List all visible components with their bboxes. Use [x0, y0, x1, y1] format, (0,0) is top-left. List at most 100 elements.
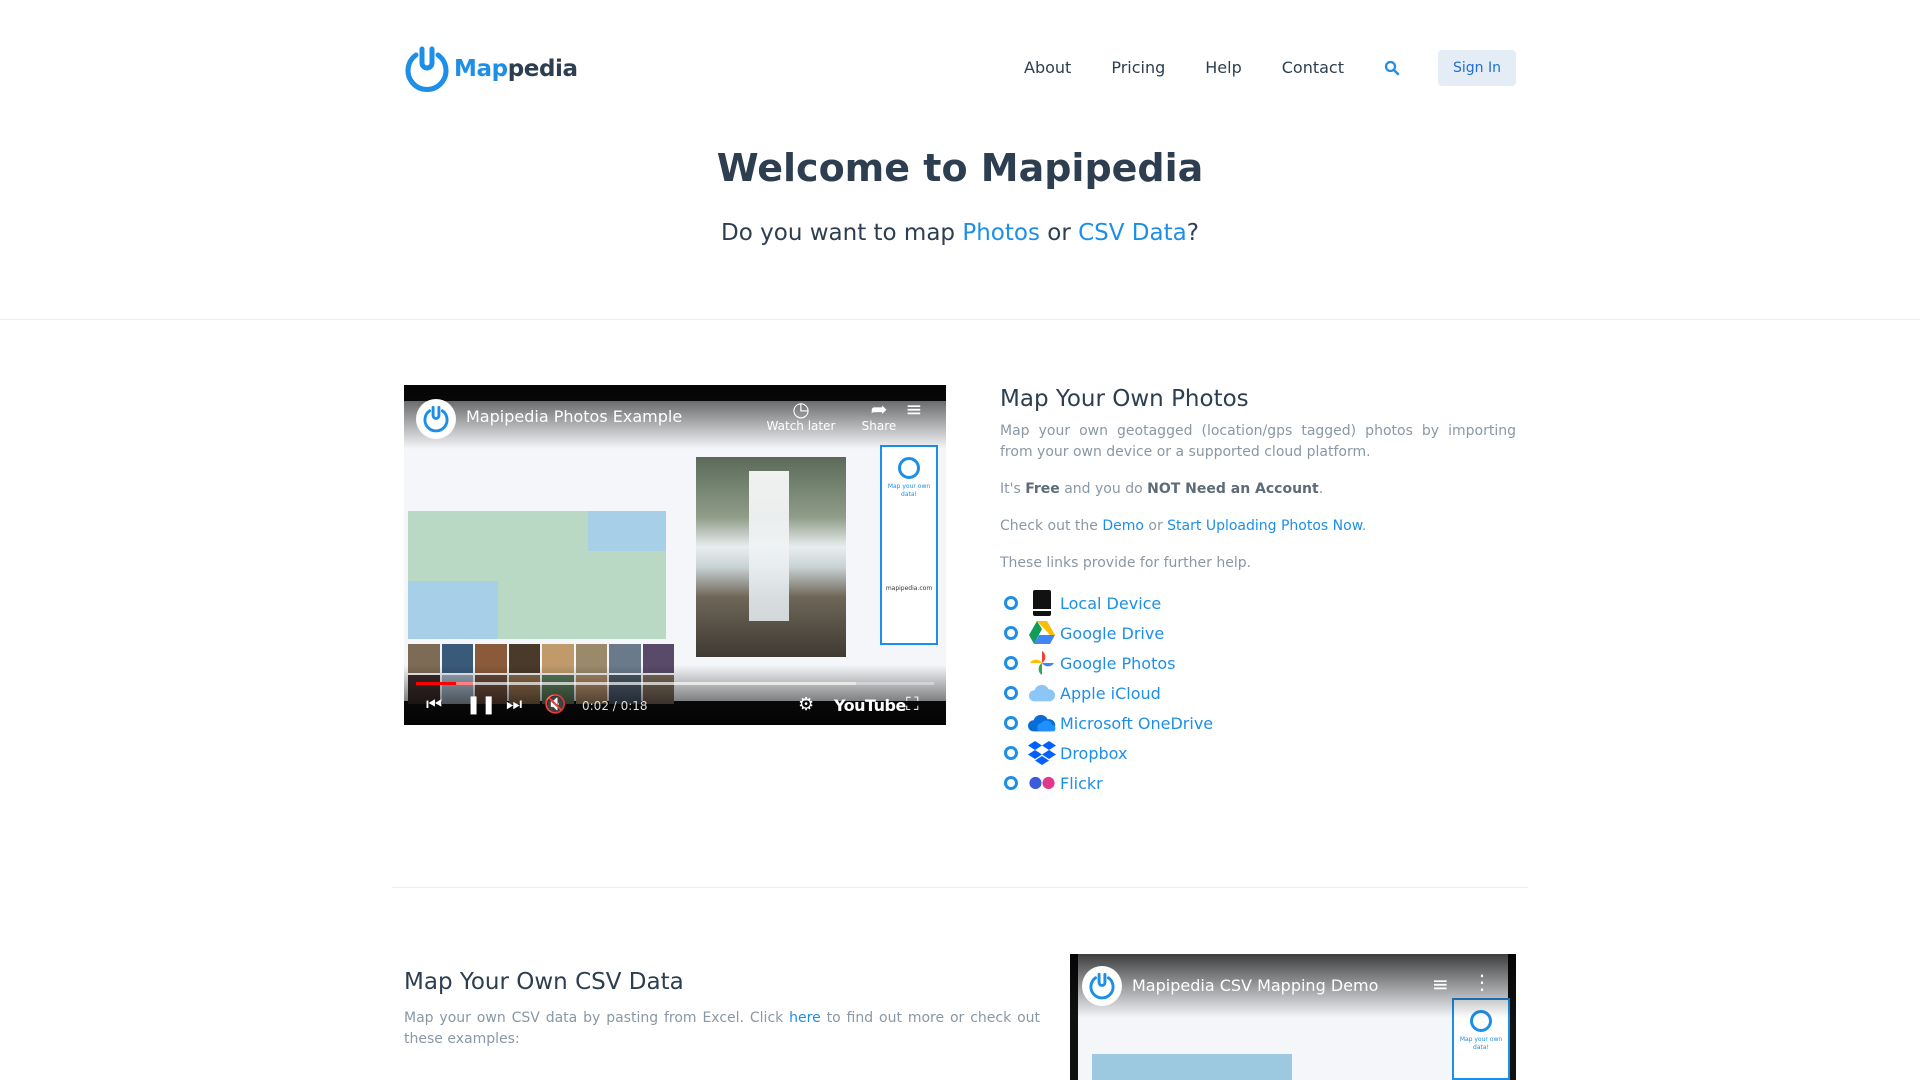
free-note-free: Free [1025, 481, 1060, 497]
flickr-icon [1028, 769, 1056, 797]
page-title: Welcome to Mapipedia [716, 146, 1204, 190]
video-promo-panel: Map your own data! mapipedia.com [880, 445, 938, 645]
list-item[interactable]: Flickr [1000, 768, 1516, 798]
list-item[interactable]: Local Device [1000, 588, 1516, 618]
youtube-logo[interactable]: YouTube [834, 696, 906, 715]
photos-free-note: It's Free and you do NOT Need an Account… [1000, 479, 1516, 500]
list-item[interactable]: Apple iCloud [1000, 678, 1516, 708]
start-uploading-link[interactable]: Start Uploading Photos Now [1167, 518, 1362, 534]
main-nav: About Pricing Help Contact Sign In [1024, 50, 1516, 86]
dropbox-link[interactable]: Dropbox [1060, 744, 1127, 763]
mute-icon[interactable]: 🔇 [544, 695, 566, 715]
video-time: 0:02 / 0:18 [582, 699, 648, 713]
onedrive-link[interactable]: Microsoft OneDrive [1060, 714, 1213, 733]
nav-about[interactable]: About [1024, 56, 1071, 80]
pause-icon[interactable]: ❚❚ [466, 695, 496, 715]
logo[interactable]: Mappedia [404, 44, 578, 94]
hero-subtitle-suffix: ? [1186, 220, 1199, 246]
next-icon[interactable]: ⏭ [506, 695, 522, 715]
demo-link[interactable]: Demo [1102, 518, 1144, 534]
free-note-suffix: . [1318, 481, 1324, 497]
video-progress-buffered [456, 682, 856, 685]
photos-heading: Map Your Own Photos [1000, 386, 1249, 412]
watch-later-label: Watch later [766, 419, 836, 433]
free-note-no-account: NOT Need an Account [1147, 481, 1319, 497]
csv-video-player[interactable]: Map your own data! Mapipedia CSV Mapping… [1070, 954, 1516, 1080]
service-list: Local Device Google Drive Google Photos … [1000, 588, 1516, 798]
mapipedia-logo-icon [405, 46, 449, 92]
csv-heading: Map Your Own CSV Data [404, 969, 684, 995]
csv-intro-prefix: Map your own CSV data by pasting from Ex… [404, 1010, 790, 1026]
list-item[interactable]: Dropbox [1000, 738, 1516, 768]
onedrive-icon [1028, 709, 1056, 737]
channel-avatar[interactable] [416, 399, 456, 439]
hero-subtitle-prefix: Do you want to map [721, 220, 963, 246]
cta-suffix: . [1361, 518, 1367, 534]
channel-avatar[interactable] [1082, 966, 1122, 1006]
logo-text-pedia: pedia [507, 56, 578, 82]
logo-text-map: Map [454, 56, 508, 82]
photos-help-note: These links provide for further help. [1000, 555, 1252, 571]
promo-text: Map your own data! [1459, 1036, 1503, 1051]
google-drive-link[interactable]: Google Drive [1060, 624, 1164, 643]
bullet-icon [1004, 686, 1018, 700]
cta-mid: or [1143, 518, 1168, 534]
video-progress-bar[interactable] [416, 682, 934, 685]
hero-subtitle: Do you want to map Photos or CSV Data? [0, 220, 1920, 246]
google-drive-icon [1028, 619, 1056, 647]
free-note-prefix: It's [1000, 481, 1026, 497]
bullet-icon [1004, 716, 1018, 730]
cta-prefix: Check out the [1000, 518, 1103, 534]
csv-here-link[interactable]: here [789, 1010, 821, 1026]
bullet-icon [1004, 776, 1018, 790]
sign-in-button[interactable]: Sign In [1438, 50, 1516, 86]
video-map-image [1092, 1054, 1292, 1080]
csv-section: Map Your Own CSV Data Map your own CSV d… [404, 966, 1040, 1050]
dropbox-icon [1028, 739, 1056, 767]
promo-text: Map your own data! [887, 483, 931, 498]
list-item[interactable]: Google Photos [1000, 648, 1516, 678]
playlist-button[interactable]: ≡ [894, 399, 934, 419]
bullet-icon [1004, 656, 1018, 670]
photos-video-player[interactable]: Map your own data! mapipedia.com Mapiped… [404, 385, 946, 725]
icloud-icon [1028, 679, 1056, 707]
logo-text: Mappedia [454, 56, 578, 82]
site-header: Mappedia About Pricing Help Contact Sign… [404, 44, 1516, 96]
google-photos-link[interactable]: Google Photos [1060, 654, 1175, 673]
bullet-icon [1004, 596, 1018, 610]
video-map-image [408, 511, 666, 639]
fullscreen-icon[interactable]: ⛶ [906, 695, 919, 715]
video-title[interactable]: Mapipedia CSV Mapping Demo [1132, 976, 1378, 995]
photos-intro: Map your own geotagged (location/gps tag… [1000, 423, 1516, 460]
photos-link[interactable]: Photos [962, 220, 1040, 246]
playlist-icon: ≡ [905, 397, 923, 421]
section-divider [392, 887, 1528, 888]
google-photos-icon [1028, 649, 1056, 677]
more-options-icon[interactable]: ⋮ [1472, 970, 1492, 994]
video-title[interactable]: Mapipedia Photos Example [466, 407, 682, 426]
nav-contact[interactable]: Contact [1282, 56, 1344, 80]
settings-icon[interactable]: ⚙ [798, 695, 814, 715]
list-item[interactable]: Microsoft OneDrive [1000, 708, 1516, 738]
local-device-link[interactable]: Local Device [1060, 594, 1161, 613]
nav-help[interactable]: Help [1205, 56, 1241, 80]
apple-icloud-link[interactable]: Apple iCloud [1060, 684, 1161, 703]
nav-pricing[interactable]: Pricing [1111, 56, 1165, 80]
watch-later-button[interactable]: ◷ Watch later [766, 399, 836, 433]
csv-data-link[interactable]: CSV Data [1078, 220, 1187, 246]
bullet-icon [1004, 626, 1018, 640]
playlist-icon[interactable]: ≡ [1432, 972, 1449, 996]
csv-intro: Map your own CSV data by pasting from Ex… [404, 1008, 1040, 1050]
hero-subtitle-mid: or [1039, 220, 1079, 246]
previous-icon[interactable]: ⏮ [426, 695, 442, 715]
promo-site: mapipedia.com [885, 585, 933, 592]
search-icon[interactable] [1384, 59, 1402, 77]
photos-cta: Check out the Demo or Start Uploading Ph… [1000, 516, 1516, 537]
list-item[interactable]: Google Drive [1000, 618, 1516, 648]
photos-section: Map Your Own Photos Map your own geotagg… [1000, 383, 1516, 798]
clock-icon: ◷ [792, 397, 810, 421]
bullet-icon [1004, 746, 1018, 760]
promo-logo-icon [898, 457, 920, 479]
flickr-link[interactable]: Flickr [1060, 774, 1103, 793]
local-device-icon [1028, 589, 1056, 617]
